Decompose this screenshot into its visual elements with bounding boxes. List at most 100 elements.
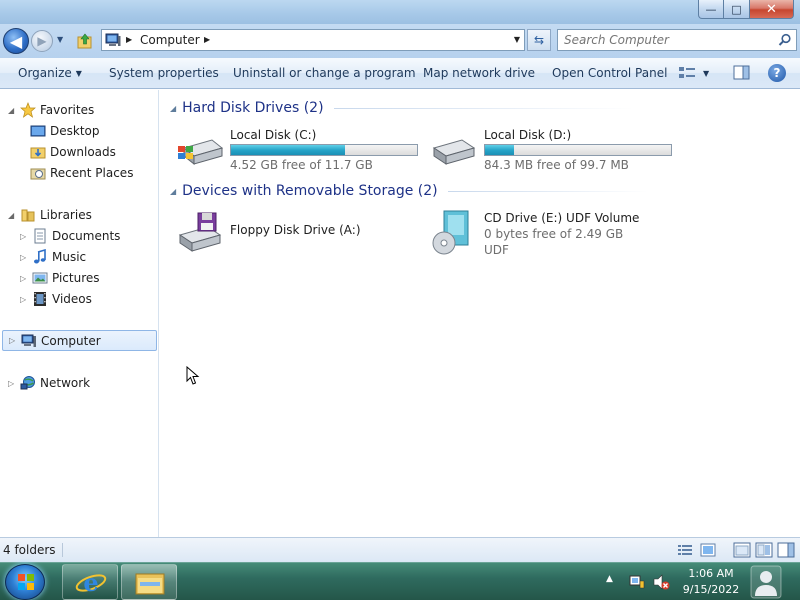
expand-triangle-icon[interactable]: ▷ [8,379,14,388]
nav-downloads-label: Downloads [50,145,116,159]
preview-pane-icon[interactable] [733,65,751,81]
taskbar-internet-explorer[interactable]: e [62,564,118,600]
videos-film-icon [34,292,46,306]
collapse-triangle-icon[interactable]: ◢ [8,106,14,115]
title-bar[interactable]: — □ ✕ [0,0,800,24]
search-icon[interactable] [778,33,792,47]
nav-documents-label: Documents [52,229,121,243]
command-bar: Organize ▼ System properties Uninstall or… [0,58,800,89]
mouse-cursor-icon [186,366,200,385]
system-properties-button[interactable]: System properties [109,66,219,80]
layout-preview-pane-icon[interactable] [777,542,795,558]
hard-drive-windows-icon [178,139,224,166]
address-bar[interactable]: ▶ Computer ▶ ▼ [101,29,525,51]
open-control-panel-button[interactable]: Open Control Panel [552,66,667,80]
back-button[interactable]: ◀ [3,28,29,54]
floppy-drive-icon [178,212,222,252]
nav-libraries-label: Libraries [40,208,92,222]
large-icons-view-icon[interactable] [699,542,717,558]
expand-triangle-icon[interactable]: ▷ [20,274,26,283]
taskbar-windows-explorer[interactable] [121,564,177,600]
nav-computer[interactable]: ▷ Computer [2,330,157,351]
clock-date: 9/15/2022 [682,583,740,596]
internet-explorer-icon: e [75,568,107,597]
explorer-folders-icon [135,573,165,595]
drive-name: Floppy Disk Drive (A:) [230,223,361,237]
windows-logo-icon [18,574,34,590]
expand-triangle-icon[interactable]: ▷ [20,232,26,241]
nav-videos[interactable]: ▷ Videos [20,289,92,309]
organize-label: Organize [18,66,72,80]
downloads-folder-icon [30,147,46,159]
collapse-triangle-icon[interactable]: ◢ [8,211,14,220]
forward-button[interactable]: ▶ [31,30,53,52]
group-header-removable[interactable]: ◢ Devices with Removable Storage (2) [170,181,648,201]
volume-muted-icon[interactable] [652,573,670,591]
details-view-icon[interactable] [676,542,694,558]
drive-name: CD Drive (E:) UDF Volume [484,211,640,225]
recent-pages-dropdown[interactable]: ▼ [57,35,63,44]
drive-name: Local Disk (C:) [230,128,317,142]
minimize-button[interactable]: — [698,0,724,19]
map-network-drive-button[interactable]: Map network drive [423,66,535,80]
breadcrumb-computer[interactable]: Computer [140,33,200,47]
search-box[interactable] [557,29,797,51]
expand-triangle-icon[interactable]: ▷ [9,336,15,345]
close-button[interactable]: ✕ [750,0,794,19]
drive-tile-c[interactable]: Local Disk (C:) 4.52 GB free of 11.7 GB [176,126,426,176]
nav-recent-places[interactable]: Recent Places [30,163,133,183]
refresh-button[interactable]: ⇆ [527,29,551,51]
navigation-pane: ◢ Favorites Desktop Downloads Recent Pla… [0,90,159,537]
layout-single-pane-icon[interactable] [733,542,751,558]
group-collapse-icon[interactable]: ◢ [170,187,176,196]
show-hidden-icons-icon[interactable]: ▲ [606,574,613,584]
nav-desktop[interactable]: Desktop [30,121,100,141]
nav-favorites[interactable]: ◢ Favorites [8,100,94,120]
user-avatar-icon[interactable] [750,565,782,599]
breadcrumb-separator-icon[interactable]: ▶ [126,35,132,44]
drive-free-space: 84.3 MB free of 99.7 MB [484,158,629,172]
drive-usage-fill [485,145,514,155]
search-input[interactable] [564,32,764,48]
drive-tile-e[interactable]: CD Drive (E:) UDF Volume 0 bytes free of… [430,209,680,261]
navigation-row: ◀ ▶ ▼ ▶ Computer ▶ ▼ ⇆ [0,24,800,58]
nav-music[interactable]: ▷ Music [20,247,86,267]
maximize-button[interactable]: □ [724,0,750,19]
group-collapse-icon[interactable]: ◢ [170,104,176,113]
folder-up-icon[interactable] [76,32,94,50]
organize-menu[interactable]: Organize ▼ [18,66,82,80]
nav-videos-label: Videos [52,292,92,306]
nav-pictures[interactable]: ▷ Pictures [20,268,100,288]
caption-buttons: — □ ✕ [698,0,794,19]
nav-downloads[interactable]: Downloads [30,142,116,162]
uninstall-program-button[interactable]: Uninstall or change a program [233,66,416,80]
content-pane: ◢ Hard Disk Drives (2) Local Disk (C:) 4… [160,90,800,537]
start-button[interactable] [5,564,45,600]
breadcrumb-chevron-icon[interactable]: ▶ [204,35,210,44]
layout-details-pane-icon[interactable] [755,542,773,558]
nav-libraries[interactable]: ◢ Libraries [8,205,92,225]
nav-documents[interactable]: ▷ Documents [20,226,120,246]
system-clock[interactable]: 1:06 AM 9/15/2022 [678,566,744,598]
back-arrow-icon: ◀ [9,31,23,51]
svg-text:e: e [83,568,98,597]
expand-triangle-icon[interactable]: ▷ [20,253,26,262]
drive-filesystem: UDF [484,243,509,257]
drive-tile-d[interactable]: Local Disk (D:) 84.3 MB free of 99.7 MB [430,126,680,176]
explorer-window: — □ ✕ ◀ ▶ ▼ ▶ Computer ▶ ▼ ⇆ Search Comp… [0,0,800,562]
nav-network[interactable]: ▷ Network [8,373,90,393]
computer-icon [21,334,36,347]
drive-usage-fill [231,145,346,155]
drive-name: Local Disk (D:) [484,128,572,142]
expand-triangle-icon[interactable]: ▷ [20,295,26,304]
view-options-caret-icon[interactable]: ▼ [703,69,709,78]
group-header-hard-disks[interactable]: ◢ Hard Disk Drives (2) [170,98,634,118]
drive-tile-a[interactable]: Floppy Disk Drive (A:) [176,209,426,259]
address-dropdown-icon[interactable]: ▼ [514,35,520,44]
organize-caret-icon: ▼ [75,69,82,78]
change-view-icon[interactable] [678,65,696,81]
action-center-flag-icon[interactable] [628,573,646,591]
group-header-label: Devices with Removable Storage (2) [182,183,438,199]
help-button[interactable]: ? [768,64,786,82]
network-icon [20,376,35,390]
